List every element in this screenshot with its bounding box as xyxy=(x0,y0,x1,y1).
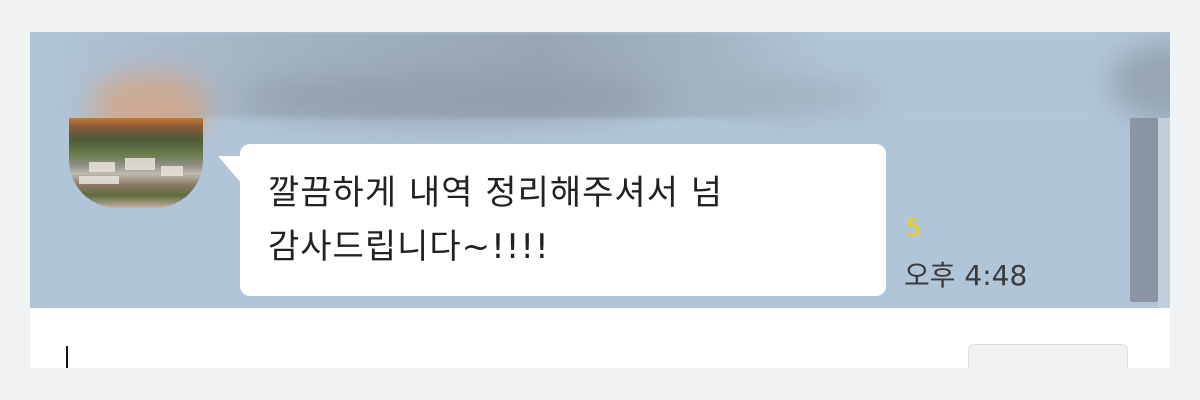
message-input-area[interactable] xyxy=(30,308,1170,368)
chat-header xyxy=(30,32,1170,142)
message-text: 깔끔하게 내역 정리해주셔서 넘 감사드립니다~!!!! xyxy=(268,173,724,267)
chat-window: 깔끔하게 내역 정리해주셔서 넘 감사드립니다~!!!! 5 오후 4:48 xyxy=(30,32,1170,368)
scrollbar-thumb[interactable] xyxy=(1130,118,1158,302)
send-button[interactable] xyxy=(968,344,1128,368)
message-list: 깔끔하게 내역 정리해주셔서 넘 감사드립니다~!!!! 5 오후 4:48 xyxy=(30,118,1170,308)
message-time: 오후 4:48 xyxy=(904,259,1028,292)
header-subtitle-blur xyxy=(710,76,880,116)
header-title-blur xyxy=(240,74,660,122)
unread-count: 5 xyxy=(906,214,922,242)
header-controls-blur xyxy=(1110,42,1170,122)
scrollbar-track[interactable] xyxy=(1158,118,1170,308)
text-caret xyxy=(66,346,68,368)
avatar[interactable] xyxy=(69,118,203,208)
message-bubble[interactable]: 깔끔하게 내역 정리해주셔서 넘 감사드립니다~!!!! xyxy=(218,144,886,296)
